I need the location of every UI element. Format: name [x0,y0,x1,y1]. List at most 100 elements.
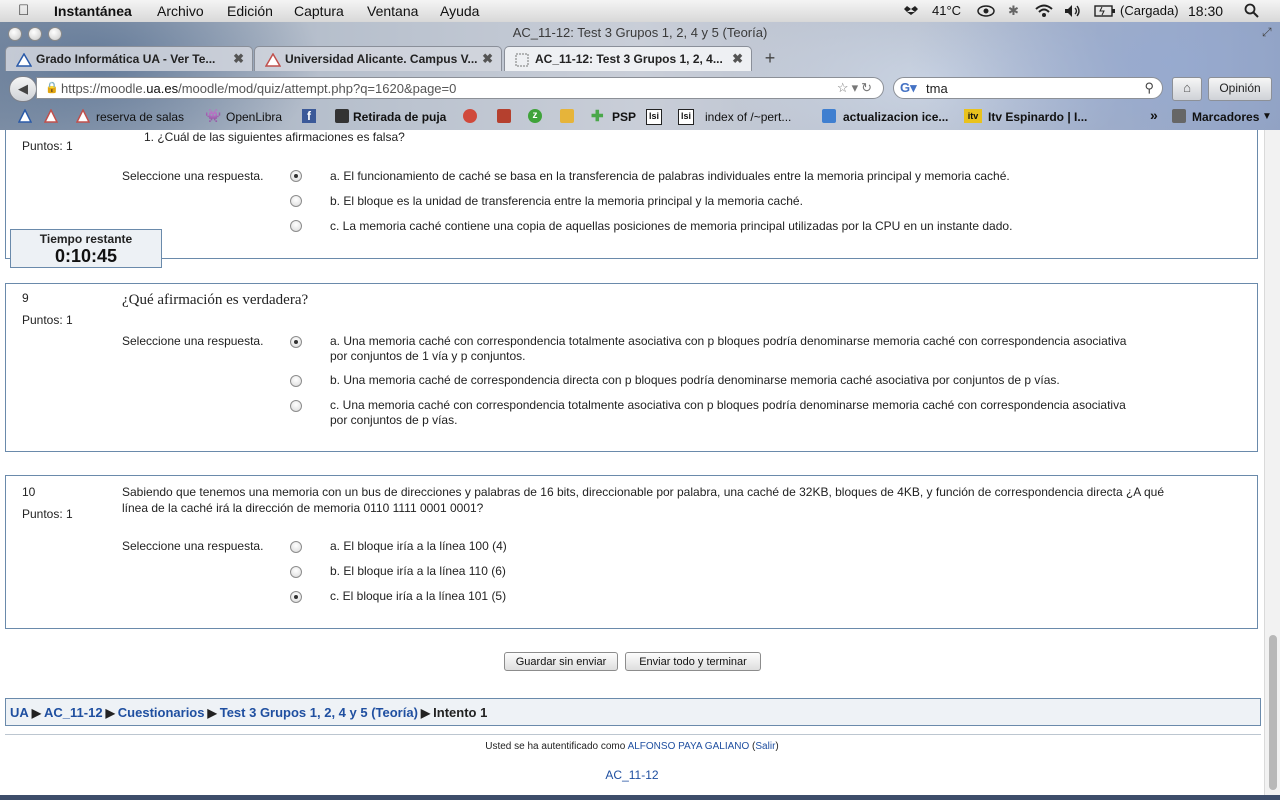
menu-captura[interactable]: Captura [294,3,344,19]
bookmarks-star-icon [1172,109,1186,123]
url-bar[interactable]: 🔒 https://moodle.ua.es/moodle/mod/quiz/a… [36,77,884,99]
home-button[interactable]: ⌂ [1172,77,1202,101]
bookmark-z-icon[interactable]: z [528,109,542,123]
navigation-bar: ◀ 🔒 https://moodle.ua.es/moodle/mod/quiz… [0,72,1280,104]
vertical-scrollbar[interactable] [1264,130,1280,800]
menu-bar:  Instantánea Archivo Edición Captura Ve… [0,0,1280,23]
answer-label[interactable]: a. El bloque iría a la línea 100 (4) [330,539,1150,554]
bookmark-itv-espinardo[interactable]: Itv Espinardo | I... [988,110,1087,124]
bookmark-site-icon[interactable] [463,109,477,123]
bookmark-note-icon[interactable] [560,109,574,123]
bookmark-retirada-puja[interactable]: Retirada de puja [353,110,446,124]
breadcrumb-course[interactable]: AC_11-12 [44,705,103,720]
breadcrumb-test[interactable]: Test 3 Grupos 1, 2, 4 y 5 (Teoría) [220,705,418,720]
search-icon[interactable]: ⚲ [1144,80,1154,96]
breadcrumb-quizzes[interactable]: Cuestionarios [118,705,205,720]
question-9: 9 Puntos: 1 ¿Qué afirmación es verdadera… [5,283,1258,452]
bluetooth-icon[interactable]: ✱ [1008,3,1019,19]
desktop-edge [0,795,1280,800]
spotlight-search-icon[interactable] [1244,3,1260,19]
monitor-eye-icon[interactable] [977,4,995,18]
submit-all-button[interactable]: Enviar todo y terminar [625,652,761,671]
answer-label[interactable]: a. El funcionamiento de caché se basa en… [330,169,1150,184]
wifi-icon[interactable] [1034,3,1054,18]
breadcrumb-ua[interactable]: UA [10,705,29,720]
tab-label: AC_11-12: Test 3 Grupos 1, 2, 4... [535,52,723,66]
course-link[interactable]: AC_11-12 [0,768,1264,782]
reload-icon[interactable]: ↻ [861,80,875,95]
question-points: Puntos: 1 [22,139,73,153]
google-engine-icon[interactable]: G▾ [900,80,917,96]
dropbox-icon[interactable] [904,4,918,18]
menu-ventana[interactable]: Ventana [367,3,418,19]
ua-bookmark-icon[interactable] [18,109,32,123]
question-text: Sabiendo que tenemos una memoria con un … [122,485,1165,515]
user-link[interactable]: ALFONSO PAYA GALIANO [628,741,750,752]
history-dropdown-icon[interactable]: ▾ [852,80,862,95]
time-remaining-label: Tiempo restante [39,232,133,246]
fullscreen-icon[interactable]: ⤢ [1262,25,1272,40]
bookmark-openlibra[interactable]: OpenLibra [226,110,282,124]
time-remaining-box: Tiempo restante 0:10:45 [10,229,162,268]
answer-radio[interactable] [290,220,302,232]
answer-radio[interactable] [290,541,302,553]
answer-label[interactable]: b. Una memoria caché de correspondencia … [330,373,1150,388]
question-text: 1. ¿Cuál de las siguientes afirmaciones … [144,130,405,144]
bookmark-index-of[interactable]: index of /~pert... [705,110,791,124]
answer-label[interactable]: b. El bloque iría a la línea 110 (6) [330,564,1150,579]
search-bar[interactable]: G▾ tma ⚲ [893,77,1163,99]
opinion-button[interactable]: Opinión [1208,77,1272,101]
menu-archivo[interactable]: Archivo [157,3,204,19]
answer-radio[interactable] [290,566,302,578]
new-tab-button[interactable]: + [756,48,784,70]
bookmark-actualizacion[interactable]: actualizacion ice... [843,110,948,124]
clock[interactable]: 18:30 [1188,3,1223,19]
tab-ac-test[interactable]: AC_11-12: Test 3 Grupos 1, 2, 4... ✖ [504,46,752,71]
question-points: Puntos: 1 [22,507,73,521]
back-button[interactable]: ◀ [9,76,37,102]
answer-radio[interactable] [290,591,302,603]
ua-bookmark-icon[interactable] [44,109,58,123]
answer-label[interactable]: c. El bloque iría a la línea 101 (5) [330,589,1150,604]
answer-radio[interactable] [290,336,302,348]
tab-grado-informatica[interactable]: Grado Informática UA - Ver Te... ✖ [5,46,253,71]
volume-icon[interactable] [1064,4,1082,18]
bookmark-psp[interactable]: PSP [612,110,636,124]
answer-radio[interactable] [290,170,302,182]
close-tab-icon[interactable]: ✖ [732,51,743,67]
bookmark-box-icon[interactable] [497,109,511,123]
facebook-icon[interactable]: f [302,109,316,123]
close-tab-icon[interactable]: ✖ [233,51,244,67]
menu-ayuda[interactable]: Ayuda [440,3,479,19]
answer-label[interactable]: c. Una memoria caché con correspondencia… [330,398,1140,428]
bookmarks-overflow-button[interactable]: » [1150,107,1158,123]
search-input[interactable]: tma [926,81,948,96]
tab-universidad-alicante[interactable]: Universidad Alicante. Campus V... ✖ [254,46,502,71]
answer-radio[interactable] [290,400,302,412]
lock-icon: 🔒 [45,82,59,94]
chevron-down-icon[interactable]: ▼ [1262,111,1272,122]
answer-radio[interactable] [290,375,302,387]
app-menu[interactable]: Instantánea [54,3,132,19]
time-remaining-value: 0:10:45 [54,246,118,266]
tab-label: Grado Informática UA - Ver Te... [36,52,216,66]
save-without-submit-button[interactable]: Guardar sin enviar [504,652,618,671]
logout-link[interactable]: Salir [755,741,775,752]
menu-edicion[interactable]: Edición [227,3,273,19]
page-favicon-icon [515,53,529,67]
answer-radio[interactable] [290,195,302,207]
answer-label[interactable]: a. Una memoria caché con correspondencia… [330,334,1140,364]
scrollbar-thumb[interactable] [1269,635,1277,790]
bookmark-star-icon[interactable]: ☆ [837,80,852,95]
bookmark-reserva-salas[interactable]: reserva de salas [96,110,184,124]
close-tab-icon[interactable]: ✖ [482,51,493,67]
select-prompt: Seleccione una respuesta. [122,539,264,553]
bookmarks-menu[interactable]: Marcadores [1192,110,1259,124]
breadcrumb-separator-icon: ▶ [105,706,115,720]
apple-icon[interactable]:  [18,2,29,19]
answer-label[interactable]: c. La memoria caché contiene una copia d… [330,219,1150,234]
ua-bookmark-icon[interactable] [76,109,90,123]
answer-label[interactable]: b. El bloque es la unidad de transferenc… [330,194,1150,209]
lsi-icon[interactable]: lsi [646,109,662,125]
battery-icon[interactable] [1094,5,1116,17]
